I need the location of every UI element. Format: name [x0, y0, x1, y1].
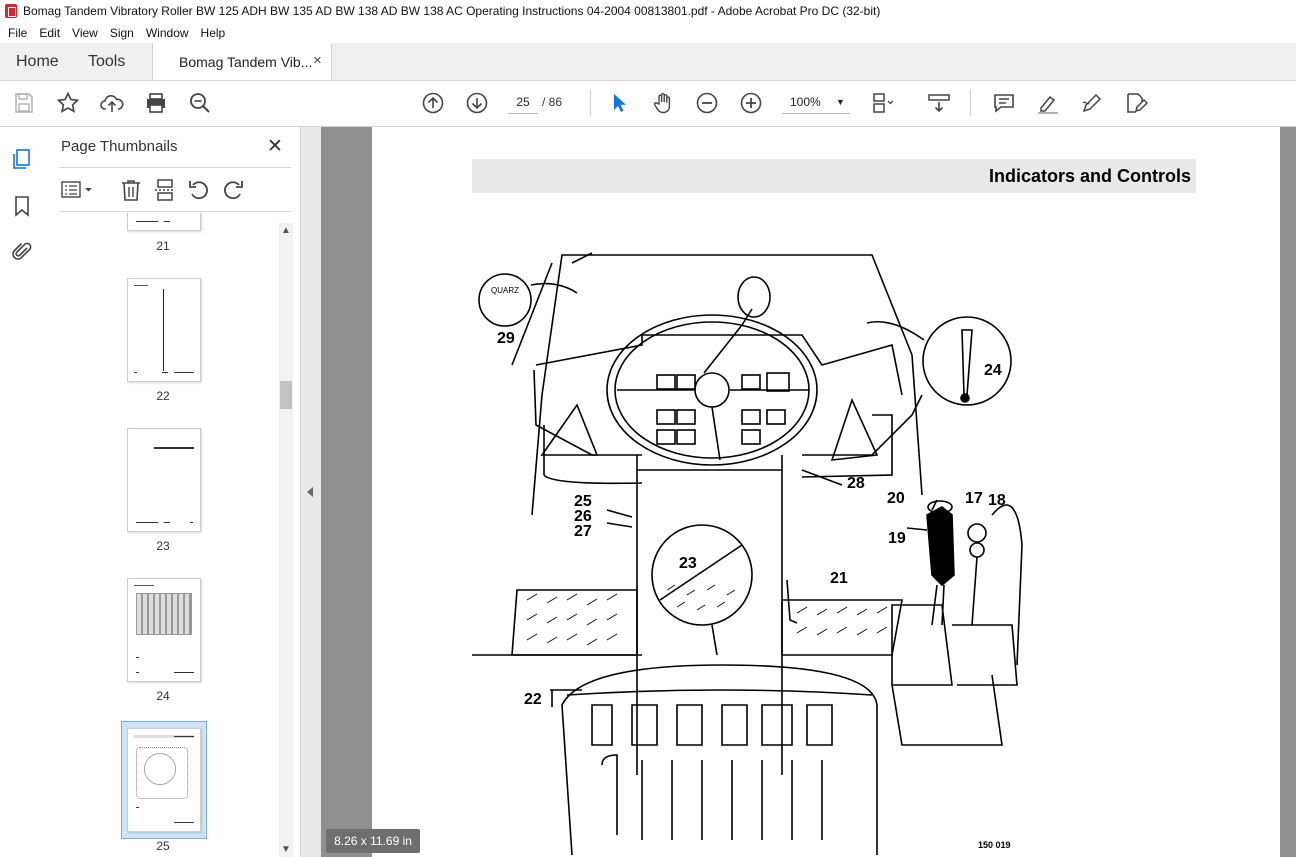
upload-icon[interactable]	[100, 91, 124, 115]
callout-18: 18	[988, 492, 1006, 509]
tab-tools[interactable]: Tools	[88, 43, 125, 80]
callout-24: 24	[984, 362, 1002, 379]
thumbnail-label: 25	[156, 839, 170, 853]
thumbnail-page-21[interactable]	[127, 213, 201, 231]
callout-19: 19	[888, 530, 906, 547]
fill-sign-icon[interactable]	[1124, 91, 1149, 115]
search-zoom-icon[interactable]	[188, 91, 212, 115]
toolbar-separator	[590, 90, 591, 116]
thumbnail-page-23[interactable]	[127, 428, 201, 532]
page-number-input[interactable]: 25	[508, 91, 538, 114]
left-navigation-rail	[0, 127, 46, 857]
scroll-mode-icon[interactable]	[927, 91, 951, 115]
tab-bar: Home Tools Bomag Tandem Vib... ×	[0, 43, 1296, 81]
thumbnail-page-24[interactable]	[127, 578, 201, 682]
delete-icon[interactable]	[119, 178, 143, 202]
menu-file[interactable]: File	[8, 26, 27, 40]
zoom-value: 100%	[790, 95, 821, 109]
chevron-up-icon[interactable]: ▲	[281, 225, 291, 236]
menu-sign[interactable]: Sign	[110, 26, 134, 40]
callout-23: 23	[679, 555, 697, 572]
hand-icon[interactable]	[651, 91, 675, 115]
attachments-icon[interactable]	[10, 240, 34, 264]
save-icon[interactable]	[12, 91, 36, 115]
gauge-label: QUARZ	[491, 286, 519, 295]
callout-29: 29	[497, 330, 515, 347]
bookmark-star-icon[interactable]	[56, 91, 80, 115]
comment-icon[interactable]	[992, 91, 1016, 115]
menu-window[interactable]: Window	[146, 26, 189, 40]
print-icon[interactable]	[144, 91, 168, 115]
tab-document-label: Bomag Tandem Vib...	[179, 54, 313, 70]
thumbnail-page-25[interactable]	[127, 728, 201, 832]
page-thumbnails-icon[interactable]	[10, 147, 34, 171]
options-menu-icon[interactable]	[61, 179, 95, 201]
acrobat-app-icon	[5, 4, 17, 18]
menu-help[interactable]: Help	[201, 26, 226, 40]
callout-17: 17	[965, 490, 983, 507]
zoom-out-icon[interactable]	[695, 91, 719, 115]
page-layout-icon[interactable]	[870, 91, 894, 115]
page-count: / 86	[542, 95, 563, 109]
chevron-down-icon[interactable]: ▼	[281, 844, 291, 855]
document-viewport[interactable]: Indicators and Controls QUARZ 29 24 28 2…	[321, 127, 1296, 857]
window-title: Bomag Tandem Vibratory Roller BW 125 ADH…	[23, 4, 881, 18]
toolbar-separator	[970, 90, 971, 116]
thumbnail-page-22[interactable]	[127, 278, 201, 382]
roller-controls-illustration: QUARZ 29 24 28 25 26 27 20 17 18 19 23 2…	[472, 252, 1023, 856]
callout-21: 21	[830, 570, 848, 587]
thumbnail-label: 23	[156, 539, 170, 553]
thumbnail-label: 21	[156, 239, 170, 253]
callout-27: 27	[574, 523, 592, 540]
thumbnail-list: 21 22 23 24 25	[45, 213, 279, 857]
collapse-arrow-icon[interactable]	[307, 487, 313, 497]
figure-reference: 150 019	[978, 840, 1011, 850]
scrollbar-thumb[interactable]	[280, 381, 292, 409]
callout-22: 22	[524, 691, 542, 708]
bookmarks-icon[interactable]	[10, 194, 34, 218]
select-arrow-icon[interactable]	[607, 91, 631, 115]
zoom-select[interactable]: 100% ▼	[782, 91, 850, 114]
panel-title: Page Thumbnails	[61, 138, 178, 155]
highlight-icon[interactable]	[1036, 91, 1060, 115]
extract-pages-icon[interactable]	[153, 178, 177, 202]
tab-home[interactable]: Home	[16, 43, 59, 80]
rotate-right-icon[interactable]	[221, 178, 245, 202]
thumbnail-label: 24	[156, 689, 170, 703]
rotate-left-icon[interactable]	[187, 178, 211, 202]
window-title-bar: Bomag Tandem Vibratory Roller BW 125 ADH…	[0, 0, 1296, 22]
panel-collapse-strip[interactable]	[300, 127, 322, 857]
callout-20: 20	[887, 490, 905, 507]
thumbnail-scrollbar[interactable]: ▲ ▼	[279, 223, 293, 857]
page-size-indicator: 8.26 x 11.69 in	[326, 829, 420, 853]
menu-edit[interactable]: Edit	[39, 26, 60, 40]
page-thumbnails-panel: Page Thumbnails ✕ 21 22 23 24 25 ▲ ▼	[45, 127, 300, 857]
page-down-icon[interactable]	[465, 91, 489, 115]
close-icon[interactable]: ✕	[267, 135, 283, 158]
menu-bar: File Edit View Sign Window Help	[0, 22, 1296, 43]
callout-28: 28	[847, 475, 865, 492]
pdf-page: Indicators and Controls QUARZ 29 24 28 2…	[372, 127, 1280, 857]
tab-close-icon[interactable]: ×	[313, 52, 322, 69]
tab-document[interactable]: Bomag Tandem Vib... ×	[152, 43, 332, 80]
zoom-in-icon[interactable]	[739, 91, 763, 115]
main-toolbar	[0, 81, 1296, 127]
page-up-icon[interactable]	[421, 91, 445, 115]
page-header-band: Indicators and Controls	[472, 159, 1196, 193]
thumbnail-label: 22	[156, 389, 170, 403]
chevron-down-icon: ▼	[836, 97, 845, 107]
draw-icon[interactable]	[1080, 91, 1104, 115]
menu-view[interactable]: View	[72, 26, 98, 40]
page-heading: Indicators and Controls	[988, 166, 1191, 186]
